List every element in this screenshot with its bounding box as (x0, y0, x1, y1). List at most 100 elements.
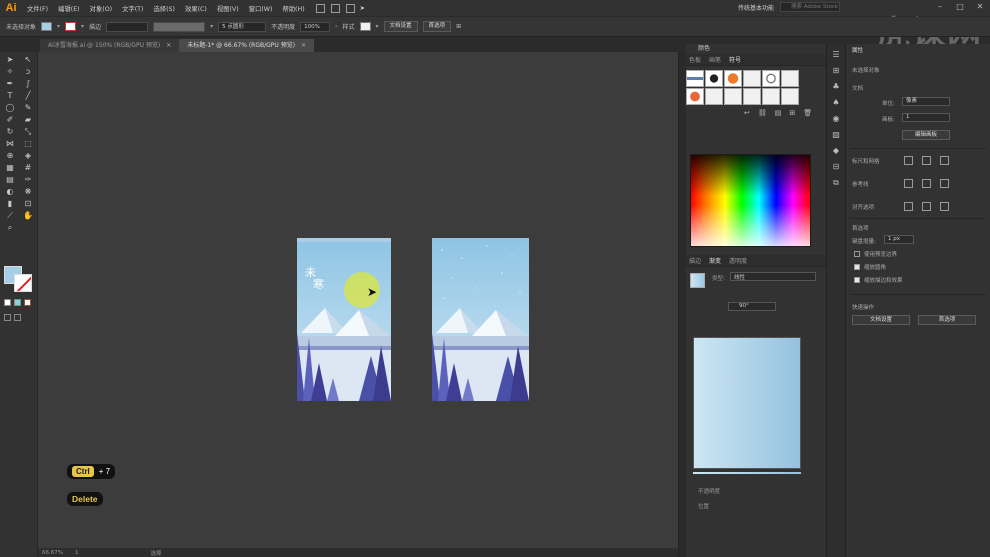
chevron-down-icon[interactable]: ▾ (376, 23, 379, 30)
eyedropper-tool-icon[interactable]: ✑ (23, 175, 33, 185)
graphic-styles-icon[interactable]: ▨ (831, 130, 841, 140)
eraser-tool-icon[interactable]: ▰ (23, 115, 33, 125)
menu-window[interactable]: 窗口(W) (249, 4, 273, 13)
tab-document-2[interactable]: 未标题-1* @ 66.67% (RGB/GPU 预览) ✕ (179, 39, 315, 52)
symbol-item[interactable] (724, 70, 742, 87)
preferences-button[interactable]: 首选项 (918, 315, 976, 325)
symbol-item[interactable] (743, 88, 761, 105)
brush-definition[interactable]: 5 点圆形 (218, 21, 267, 32)
artboard-poster-2[interactable] (432, 238, 529, 401)
stroke-weight-field[interactable] (106, 21, 149, 32)
snap-to-point-icon[interactable] (922, 202, 931, 211)
layers-icon[interactable]: ◆ (831, 146, 841, 156)
symbol-item[interactable] (781, 70, 799, 87)
symbol-item[interactable] (686, 88, 704, 105)
grid-icon[interactable] (922, 156, 931, 165)
perspective-grid-tool-icon[interactable]: ▦ (5, 163, 15, 173)
symbol-item[interactable] (724, 88, 742, 105)
blend-tool-icon[interactable]: ◐ (5, 187, 15, 197)
tab-document-1[interactable]: AI冰雪海报.ai @ 150% (RGB/GPU 预览) ✕ (40, 39, 180, 52)
tab-brushes[interactable]: 画笔 (709, 55, 721, 64)
properties-icon[interactable]: ☰ (831, 50, 841, 60)
gradient-preview[interactable] (693, 337, 801, 469)
artboards-icon[interactable]: ⊟ (831, 162, 841, 172)
panel-dock-divider[interactable] (678, 52, 686, 557)
send-icon[interactable]: ➤ (360, 5, 365, 12)
preferences-button[interactable]: 首选项 (422, 21, 452, 32)
delete-symbol-icon[interactable]: 🗑 (803, 109, 812, 117)
gradient-tool-icon[interactable]: ▤ (5, 175, 15, 185)
brushes-icon[interactable]: ♣ (831, 82, 841, 92)
magic-wand-tool-icon[interactable]: ✧ (5, 67, 15, 77)
pixel-preview-icon[interactable] (940, 202, 949, 211)
symbol-item[interactable] (743, 70, 761, 87)
bridge-icon[interactable] (315, 3, 325, 13)
appearance-icon[interactable]: ◉ (831, 114, 841, 124)
tab-symbols[interactable]: 符号 (729, 55, 741, 64)
live-paint-tool-icon[interactable]: ◈ (23, 151, 33, 161)
links-icon[interactable]: ⧉ (831, 178, 841, 188)
mesh-tool-icon[interactable]: # (23, 163, 33, 173)
lock-guides-icon[interactable] (922, 179, 931, 188)
status-mode[interactable]: 选择 (150, 549, 161, 557)
graphic-style-swatch[interactable] (359, 22, 371, 31)
stock-search-input[interactable]: 搜索 Adobe Stock (780, 2, 840, 12)
smart-guides-icon[interactable] (940, 179, 949, 188)
snap-to-grid-icon[interactable] (904, 202, 913, 211)
tab-gradient[interactable]: 渐变 (709, 256, 721, 265)
place-symbol-icon[interactable]: ↩ (744, 109, 750, 117)
chevron-down-icon[interactable]: ▾ (81, 23, 84, 30)
zoom-level[interactable]: 66.67% (42, 550, 63, 556)
menu-select[interactable]: 选择(S) (153, 4, 175, 13)
tab-swatches[interactable]: 色板 (689, 55, 701, 64)
document-setup-button[interactable]: 文档设置 (852, 315, 910, 325)
gradient-type-select[interactable]: 线性 (730, 272, 816, 281)
symbol-item[interactable] (705, 70, 723, 87)
menu-file[interactable]: 文件(F) (27, 4, 48, 13)
new-symbol-icon[interactable]: ⊞ (789, 109, 795, 117)
close-icon[interactable]: ✕ (166, 42, 171, 49)
gradient-slider[interactable] (693, 472, 801, 474)
artboard-poster-1[interactable]: 未 寒 (297, 238, 391, 401)
gradient-mode-icon[interactable] (14, 299, 21, 306)
menu-object[interactable]: 对象(O) (90, 4, 112, 13)
lasso-tool-icon[interactable]: ↄ (23, 67, 33, 77)
hand-tool-icon[interactable]: ✋ (23, 211, 33, 221)
color-mode-icon[interactable] (4, 299, 11, 306)
column-graph-tool-icon[interactable]: ▮ (5, 199, 15, 209)
canvas-area[interactable]: 未 寒 ➤ Ctrl + 7 Delete (38, 52, 678, 548)
gradient-thumbnail[interactable] (690, 273, 705, 288)
ellipse-tool-icon[interactable]: ◯ (5, 103, 15, 113)
color-spectrum[interactable] (690, 154, 811, 247)
tab-stroke[interactable]: 描边 (689, 256, 701, 265)
gradient-angle-field[interactable]: 90° (728, 302, 776, 311)
type-tool-icon[interactable]: T (5, 91, 15, 101)
line-tool-icon[interactable]: ╱ (23, 91, 33, 101)
keyboard-increment-field[interactable]: 1 px (884, 235, 914, 244)
chevron-down-icon[interactable]: ▾ (210, 23, 213, 30)
symbol-item[interactable] (762, 88, 780, 105)
artboard-nav[interactable]: 1 (75, 550, 79, 556)
menu-edit[interactable]: 编辑(E) (58, 4, 80, 13)
symbol-item[interactable] (781, 88, 799, 105)
stroke-color-swatch[interactable] (65, 22, 77, 31)
symbol-options-icon[interactable]: ▤ (775, 109, 782, 117)
symbol-item[interactable] (762, 70, 780, 87)
document-setup-button[interactable]: 文档设置 (383, 21, 418, 32)
draw-normal-icon[interactable] (4, 314, 11, 321)
selection-tool-icon[interactable]: ➤ (5, 55, 15, 65)
fill-color-swatch[interactable] (41, 22, 53, 31)
rotate-tool-icon[interactable]: ↻ (5, 127, 15, 137)
symbol-sprayer-tool-icon[interactable]: ❋ (23, 187, 33, 197)
curvature-tool-icon[interactable]: ∫ (23, 79, 33, 89)
ruler-icon[interactable] (904, 156, 913, 165)
scale-tool-icon[interactable]: ⤡ (23, 127, 33, 137)
free-transform-tool-icon[interactable]: ⬚ (23, 139, 33, 149)
shape-builder-tool-icon[interactable]: ⊕ (5, 151, 15, 161)
chevron-down-icon[interactable]: ▾ (57, 23, 60, 30)
stroke-swatch[interactable] (14, 274, 32, 292)
menu-type[interactable]: 文字(T) (122, 4, 143, 13)
pen-tool-icon[interactable]: ✒ (5, 79, 15, 89)
screen-mode-icon[interactable] (14, 314, 21, 321)
menu-help[interactable]: 帮助(H) (282, 4, 304, 13)
